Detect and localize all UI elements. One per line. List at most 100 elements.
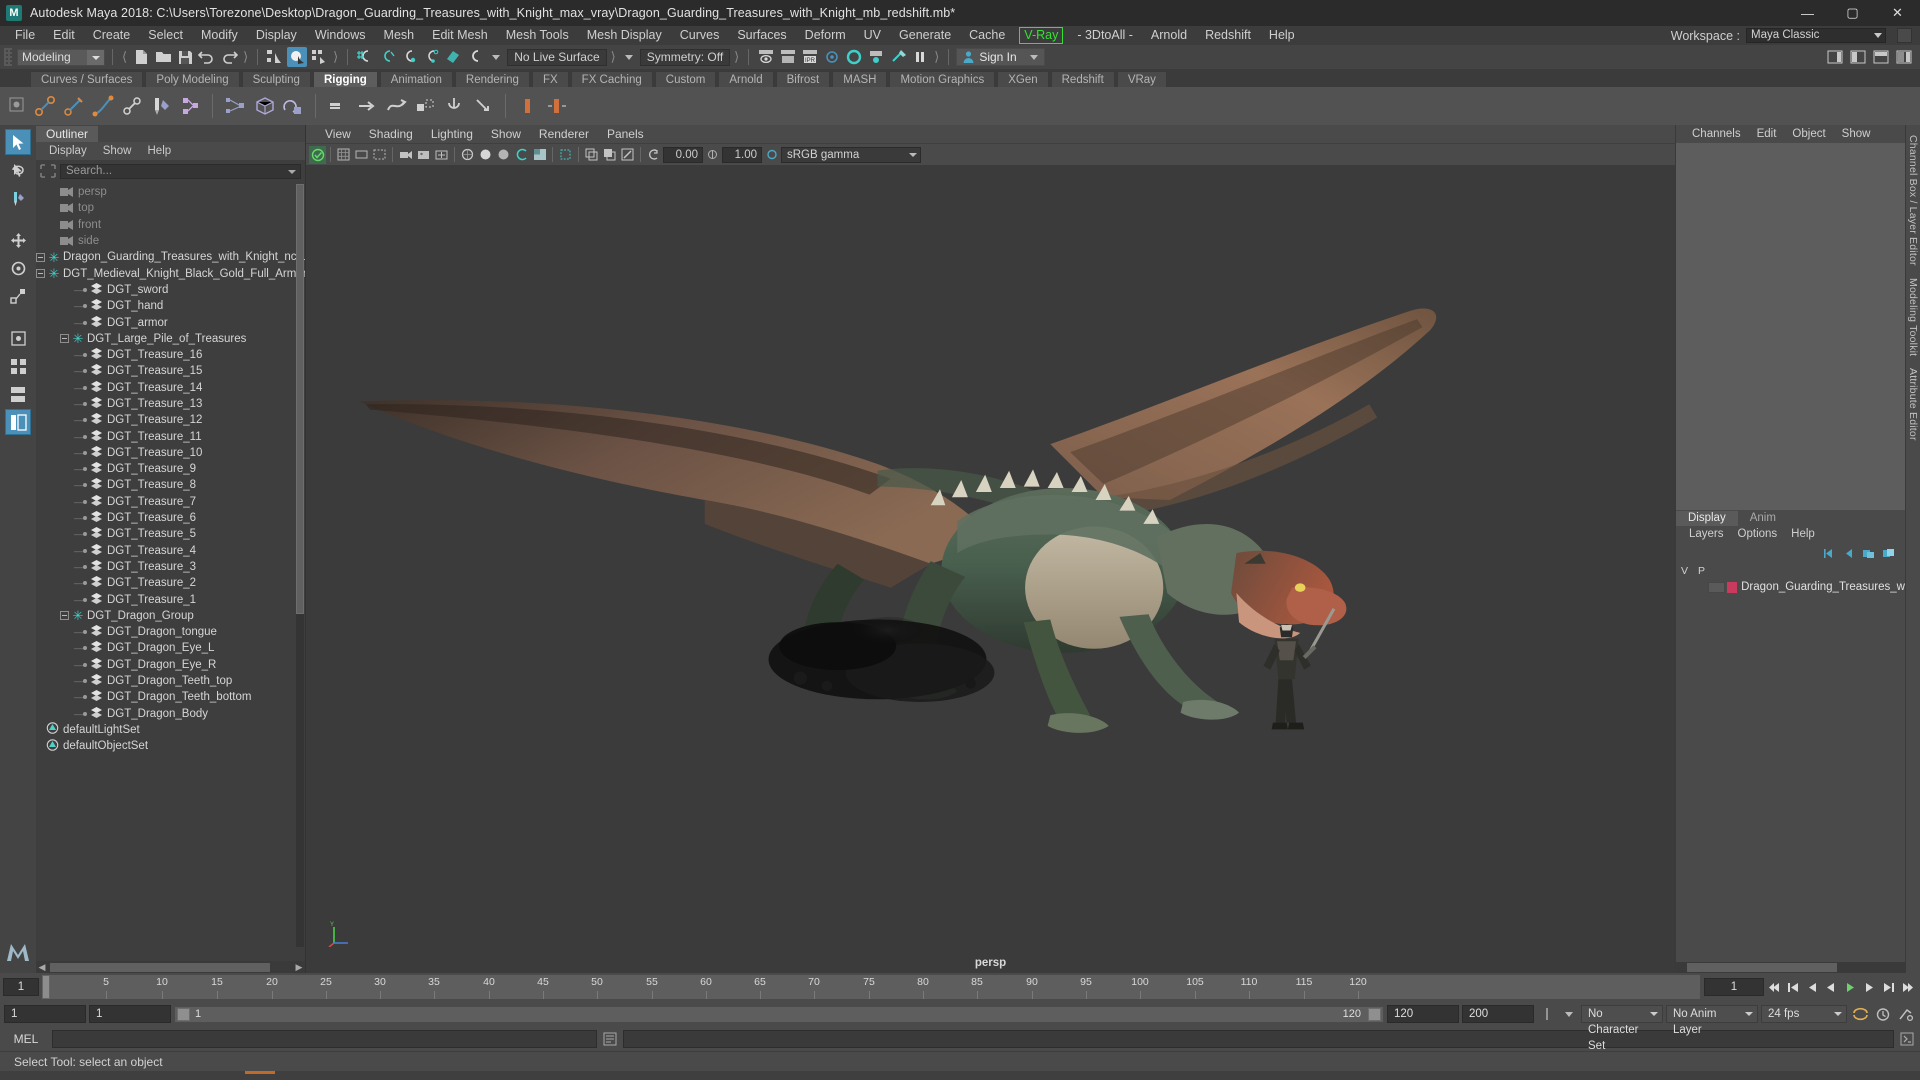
tree-expander-icon[interactable] bbox=[60, 334, 69, 344]
scale-tool-icon[interactable] bbox=[5, 283, 31, 309]
layer-list[interactable]: Dragon_Guarding_Treasures_w bbox=[1676, 578, 1905, 962]
paint-skin-weights-icon[interactable] bbox=[148, 93, 174, 119]
go-to-end-icon[interactable] bbox=[1899, 978, 1916, 996]
scrollbar-thumb[interactable] bbox=[50, 962, 270, 972]
color-management-icon[interactable] bbox=[645, 146, 662, 164]
orient-joint-icon[interactable] bbox=[515, 93, 541, 119]
viewport-menu-view[interactable]: View bbox=[316, 125, 360, 143]
scroll-right-arrow-icon[interactable]: ▶ bbox=[293, 962, 305, 973]
gamma-field[interactable]: 1.00 bbox=[722, 146, 762, 163]
menu-mesh-tools[interactable]: Mesh Tools bbox=[497, 26, 578, 45]
current-frame-field[interactable]: 1 bbox=[3, 978, 39, 996]
shelf-tab-xgen[interactable]: XGen bbox=[997, 71, 1049, 87]
menu-select[interactable]: Select bbox=[139, 26, 192, 45]
viewport-layout-split-icon[interactable] bbox=[5, 381, 31, 407]
layer-tab-display[interactable]: Display bbox=[1676, 511, 1738, 526]
shelf-tab-arnold[interactable]: Arnold bbox=[718, 71, 774, 87]
outliner-item[interactable]: — DGT_Treasure_10 bbox=[36, 445, 305, 461]
animation-preferences-icon[interactable] bbox=[1896, 1004, 1916, 1024]
shelf-tab-fx[interactable]: FX bbox=[531, 71, 569, 87]
layer-color-swatch[interactable] bbox=[1726, 581, 1738, 593]
menu-create[interactable]: Create bbox=[84, 26, 140, 45]
outliner-item[interactable]: — DGT_Treasure_12 bbox=[36, 412, 305, 428]
bind-skin-icon[interactable] bbox=[177, 93, 203, 119]
outliner-item[interactable]: — DGT_Treasure_6 bbox=[36, 510, 305, 526]
layer-tab-anim[interactable]: Anim bbox=[1737, 511, 1788, 526]
outliner-item[interactable]: top bbox=[36, 200, 305, 216]
texture-display-icon[interactable] bbox=[531, 146, 548, 164]
menu-generate[interactable]: Generate bbox=[890, 26, 960, 45]
menu-cache[interactable]: Cache bbox=[960, 26, 1014, 45]
outliner-horizontal-scrollbar[interactable]: ◀ ▶ bbox=[36, 961, 305, 973]
render-sequence-icon[interactable] bbox=[778, 47, 798, 67]
image-plane-icon[interactable] bbox=[415, 146, 432, 164]
shelf-options-icon[interactable] bbox=[8, 96, 25, 116]
ik-handle-icon[interactable] bbox=[61, 93, 87, 119]
sidebar-toggle-icon[interactable] bbox=[1825, 47, 1845, 67]
channel-menu-channels[interactable]: Channels bbox=[1684, 125, 1749, 143]
command-line-label[interactable]: MEL bbox=[4, 1032, 48, 1046]
select-component-icon[interactable] bbox=[309, 47, 329, 67]
close-button[interactable]: ✕ bbox=[1875, 0, 1920, 26]
tree-expander-icon[interactable] bbox=[36, 252, 45, 262]
menu-help[interactable]: Help bbox=[1260, 26, 1304, 45]
loop-playback-icon[interactable] bbox=[1850, 1004, 1870, 1024]
wrap-deformer-icon[interactable] bbox=[280, 93, 306, 119]
menu-display[interactable]: Display bbox=[247, 26, 306, 45]
channel-menu-show[interactable]: Show bbox=[1834, 125, 1879, 143]
outliner-item[interactable]: — DGT_armor bbox=[36, 314, 305, 330]
viewport-menu-panels[interactable]: Panels bbox=[598, 125, 653, 143]
fps-dropdown[interactable]: 24 fps bbox=[1761, 1005, 1847, 1023]
time-slider-playhead[interactable] bbox=[42, 975, 50, 999]
save-scene-icon[interactable] bbox=[175, 47, 195, 67]
shelf-tab-bifrost[interactable]: Bifrost bbox=[775, 71, 831, 87]
outliner-item[interactable]: front bbox=[36, 217, 305, 233]
outliner-item[interactable]: — DGT_Treasure_15 bbox=[36, 363, 305, 379]
menu-deform[interactable]: Deform bbox=[796, 26, 855, 45]
shelf-tab-rendering[interactable]: Rendering bbox=[454, 71, 530, 87]
outliner-item[interactable]: — DGT_Treasure_14 bbox=[36, 380, 305, 396]
ambient-occlusion-icon[interactable] bbox=[601, 146, 618, 164]
outliner-item[interactable]: side bbox=[36, 233, 305, 249]
rail-tab-attribute-editor[interactable]: Attribute Editor bbox=[1907, 362, 1919, 447]
ipr-render-icon[interactable]: IPR bbox=[800, 47, 820, 67]
menu-mesh-display[interactable]: Mesh Display bbox=[578, 26, 671, 45]
animation-start-field[interactable]: 1 bbox=[89, 1005, 171, 1023]
scrollbar-thumb[interactable] bbox=[1687, 963, 1837, 972]
render-settings-icon[interactable] bbox=[822, 47, 842, 67]
outliner-menu-show[interactable]: Show bbox=[96, 142, 139, 160]
toolbar-drag-handle[interactable] bbox=[4, 48, 12, 66]
channel-menu-edit[interactable]: Edit bbox=[1749, 125, 1785, 143]
outliner-vertical-scrollbar[interactable] bbox=[296, 184, 304, 947]
range-slider[interactable]: 1 120 bbox=[174, 1005, 1384, 1023]
outliner-item[interactable]: — DGT_Treasure_1 bbox=[36, 591, 305, 607]
outliner-item[interactable]: — DGT_Dragon_Teeth_top bbox=[36, 673, 305, 689]
outliner-item[interactable]: defaultObjectSet bbox=[36, 738, 305, 754]
viewport-menu-lighting[interactable]: Lighting bbox=[422, 125, 482, 143]
rotate-tool-icon[interactable] bbox=[5, 255, 31, 281]
animation-end-field[interactable]: 120 bbox=[1387, 1005, 1459, 1023]
open-script-editor-icon[interactable] bbox=[1898, 1030, 1916, 1048]
mirror-joint-icon[interactable] bbox=[544, 93, 570, 119]
range-start-field[interactable]: 1 bbox=[4, 1005, 86, 1023]
symmetry-field[interactable]: Symmetry: Off bbox=[639, 48, 731, 66]
viewport-layout-outliner-persp-icon[interactable] bbox=[5, 409, 31, 435]
render-view-icon[interactable] bbox=[756, 47, 776, 67]
menu-vray[interactable]: V-Ray bbox=[1019, 27, 1064, 44]
gamma-slider-icon[interactable] bbox=[763, 146, 780, 164]
hypershade-icon[interactable] bbox=[844, 47, 864, 67]
snapshot-icon[interactable] bbox=[412, 93, 438, 119]
constraint-icon[interactable] bbox=[119, 93, 145, 119]
snap-grid-icon[interactable] bbox=[355, 47, 375, 67]
menu-file[interactable]: File bbox=[6, 26, 44, 45]
range-left-knob[interactable] bbox=[177, 1007, 190, 1021]
sign-in-button[interactable]: Sign In bbox=[956, 48, 1045, 66]
shelf-tab-rigging[interactable]: Rigging bbox=[312, 71, 378, 87]
motion-path-icon[interactable] bbox=[383, 93, 409, 119]
wireframe-on-shaded-icon[interactable] bbox=[513, 146, 530, 164]
auto-key-icon[interactable] bbox=[1873, 1004, 1893, 1024]
menu-arnold[interactable]: Arnold bbox=[1142, 26, 1196, 45]
menu-edit-mesh[interactable]: Edit Mesh bbox=[423, 26, 497, 45]
select-object-icon[interactable] bbox=[287, 47, 308, 67]
outliner-item[interactable]: ✳ DGT_Large_Pile_of_Treasures bbox=[36, 331, 305, 347]
